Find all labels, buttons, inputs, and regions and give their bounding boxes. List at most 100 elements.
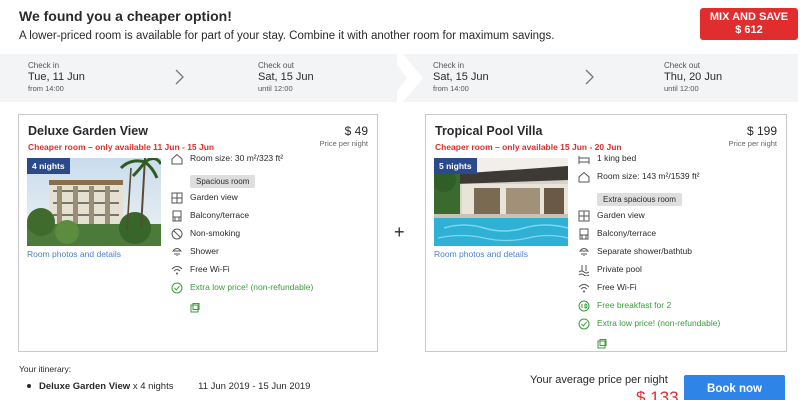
- room-photo[interactable]: 4 nights: [27, 158, 161, 246]
- amenity-text: Non-smoking: [190, 228, 241, 238]
- book-now-button[interactable]: Book now: [684, 375, 785, 400]
- cheaper-room-note: Cheaper room – only available 11 Jun - 1…: [28, 142, 215, 152]
- amenity-garden-view: Garden view: [171, 192, 376, 210]
- amenity-extra-low-price: Extra low price! (non-refundable): [578, 318, 783, 336]
- mix-and-save-amount: $ 612: [735, 24, 763, 36]
- chevron-right-icon: [175, 69, 184, 85]
- amenity-text: Free breakfast for 2: [597, 300, 672, 310]
- checkin-time: from 14:00: [433, 84, 469, 93]
- amenity-text: Private pool: [597, 264, 642, 274]
- garden-view-icon: [171, 192, 183, 204]
- amenity-non-smoking: Non-smoking: [171, 228, 376, 246]
- checkin-label: Check in: [433, 61, 465, 70]
- itinerary-nights: x 4 nights: [132, 381, 174, 392]
- nights-badge: 4 nights: [27, 158, 70, 174]
- amenity-text: Separate shower/bathtub: [597, 246, 692, 256]
- checkin-date: Tue, 11 Jun: [28, 71, 85, 83]
- page-subtitle: A lower-priced room is available for par…: [19, 30, 555, 42]
- amenity-text: Extra low price! (non-refundable): [597, 318, 721, 328]
- price-per-night-note: Price per night: [319, 139, 368, 148]
- room-photo[interactable]: 5 nights: [434, 158, 568, 246]
- room-card-tropical-pool-villa: Tropical Pool Villa Cheaper room – only …: [425, 114, 787, 352]
- itinerary-label: Your itinerary:: [19, 364, 72, 374]
- cheaper-room-note: Cheaper room – only available 15 Jun - 2…: [435, 142, 622, 152]
- amenity-text: Balcony/terrace: [190, 210, 250, 220]
- checkout-1: Check out Sat, 15 Jun until 12:00: [258, 61, 314, 93]
- amenity-text: Shower: [190, 246, 219, 256]
- deal-tag-icon: [190, 303, 200, 313]
- page-title: We found you a cheaper option!: [19, 8, 232, 24]
- plus-sign: +: [394, 222, 405, 242]
- checkout-2: Check out Thu, 20 Jun until 12:00: [664, 61, 722, 93]
- room-price: $ 49: [344, 124, 368, 138]
- amenity-text: Room size: 30 m²/323 ft²: [190, 153, 284, 163]
- amenity-text: Extra low price! (non-refundable): [190, 282, 314, 292]
- nights-badge: 5 nights: [434, 158, 477, 174]
- amenity-free-breakfast: Free breakfast for 2: [578, 300, 783, 318]
- balcony-icon: [172, 210, 182, 222]
- checkin-2: Check in Sat, 15 Jun from 14:00: [433, 61, 489, 93]
- pool-icon: [578, 265, 590, 276]
- amenity-text: Free Wi-Fi: [597, 282, 637, 292]
- amenity-room-size: Room size: 143 m²/1539 ft²: [578, 171, 783, 189]
- amenity-wifi: Free Wi-Fi: [171, 264, 376, 282]
- checkout-date: Sat, 15 Jun: [258, 71, 314, 83]
- garden-view-icon: [578, 210, 590, 222]
- amenity-text: Garden view: [190, 192, 238, 202]
- amenity-list: 1 king bed Room size: 143 m²/1539 ft² Ex…: [578, 153, 783, 354]
- amenity-text: Free Wi-Fi: [190, 264, 230, 274]
- amenity-garden-view: Garden view: [578, 210, 783, 228]
- average-price-label: Your average price per night: [530, 374, 668, 386]
- amenity-shower-bathtub: Separate shower/bathtub: [578, 246, 783, 264]
- itinerary-room: Deluxe Garden View: [39, 381, 131, 392]
- room-size-tag: Extra spacious room: [597, 193, 682, 206]
- room-card-deluxe-garden-view: Deluxe Garden View Cheaper room – only a…: [18, 114, 378, 352]
- amenity-balcony: Balcony/terrace: [578, 228, 783, 246]
- deal-icon: [578, 318, 590, 330]
- room-name: Tropical Pool Villa: [435, 124, 543, 138]
- amenity-room-size: Room size: 30 m²/323 ft²: [171, 153, 376, 171]
- checkin-date: Sat, 15 Jun: [433, 71, 489, 83]
- amenity-private-pool: Private pool: [578, 264, 783, 282]
- chevron-right-icon: [585, 69, 594, 85]
- amenity-extra-low-price: Extra low price! (non-refundable): [171, 282, 376, 300]
- balcony-icon: [579, 228, 589, 240]
- average-price: $ 133: [636, 388, 679, 400]
- amenity-text: Balcony/terrace: [597, 228, 657, 238]
- checkin-label: Check in: [28, 61, 60, 70]
- bullet: [27, 384, 31, 389]
- room-size-tag: Spacious room: [190, 175, 256, 188]
- mix-and-save-badge: MIX AND SAVE $ 612: [700, 8, 798, 40]
- amenity-balcony: Balcony/terrace: [171, 210, 376, 228]
- room-photos-link[interactable]: Room photos and details: [27, 249, 121, 259]
- amenity-wifi: Free Wi-Fi: [578, 282, 783, 300]
- stay-dates-bar: Check in Tue, 11 Jun from 14:00 Check ou…: [0, 54, 800, 102]
- price-per-night-note: Price per night: [728, 139, 777, 148]
- itinerary-dates: 11 Jun 2019 - 15 Jun 2019: [198, 381, 311, 392]
- room-size-icon: [578, 171, 590, 183]
- amenity-list: Room size: 30 m²/323 ft² Spacious room G…: [171, 153, 376, 318]
- checkout-time: until 12:00: [258, 84, 293, 93]
- shower-icon: [578, 248, 590, 256]
- amenity-text: Garden view: [597, 210, 645, 220]
- amenity-text: Room size: 143 m²/1539 ft²: [597, 171, 700, 181]
- checkin-1: Check in Tue, 11 Jun from 14:00: [28, 61, 85, 93]
- amenity-text: 1 king bed: [597, 153, 637, 163]
- checkout-time: until 12:00: [664, 84, 699, 93]
- deal-tag-icon: [597, 339, 607, 349]
- room-photos-link[interactable]: Room photos and details: [434, 249, 528, 259]
- segment-arrow: [389, 54, 407, 102]
- checkout-date: Thu, 20 Jun: [664, 71, 723, 83]
- breakfast-icon: [578, 300, 590, 312]
- checkout-label: Check out: [258, 61, 295, 70]
- wifi-icon: [171, 266, 183, 275]
- checkout-label: Check out: [664, 61, 701, 70]
- bed-icon: [578, 156, 590, 164]
- wifi-icon: [578, 284, 590, 293]
- amenity-bed: 1 king bed: [578, 153, 783, 171]
- itinerary-row: Deluxe Garden View x 4 nights 11 Jun 201…: [27, 381, 310, 392]
- deal-icon: [171, 282, 183, 294]
- shower-icon: [171, 248, 183, 256]
- mix-and-save-title: MIX AND SAVE: [709, 11, 789, 23]
- room-name: Deluxe Garden View: [28, 124, 148, 138]
